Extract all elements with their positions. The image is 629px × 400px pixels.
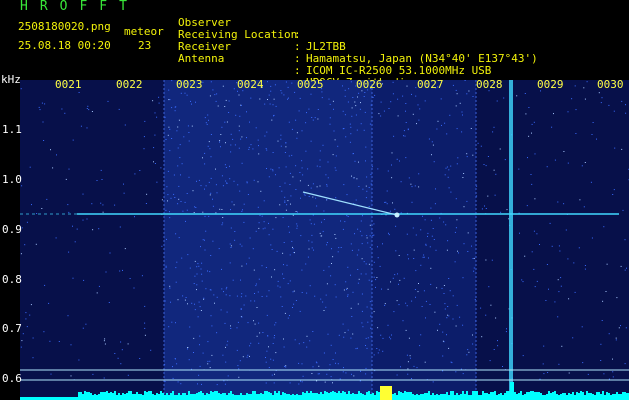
time-label: 0028	[476, 78, 503, 91]
time-label: 0029	[537, 78, 564, 91]
freq-label: 0.6	[2, 372, 22, 385]
date-time: 25.08.18 00:20	[18, 39, 111, 52]
time-label: 0021	[55, 78, 82, 91]
time-label: 0030	[597, 78, 624, 91]
time-label: 0022	[116, 78, 143, 91]
time-label: 0025	[297, 78, 324, 91]
meteor-label: meteor	[124, 25, 164, 38]
info-key: Antenna	[178, 52, 225, 65]
freq-label: 0.9	[2, 223, 22, 236]
meteor-echo-head	[394, 212, 400, 218]
time-label: 0027	[417, 78, 444, 91]
spectrogram-plot[interactable]	[20, 80, 629, 400]
time-label: 0023	[176, 78, 203, 91]
info-colon: :	[294, 64, 301, 77]
noise-band	[164, 80, 372, 400]
freq-label: 1.0	[2, 173, 22, 186]
time-label: 0026	[356, 78, 383, 91]
noise-band	[372, 80, 476, 400]
app-title: HROFFT	[20, 0, 139, 14]
freq-label: 1.1	[2, 123, 22, 136]
freq-unit-label: kHz	[1, 73, 21, 86]
interference-line	[509, 80, 513, 400]
file-name: 2508180020.png	[18, 20, 111, 33]
hrofft-window: HROFFT 2508180020.png 25.08.18 00:20 met…	[0, 0, 629, 400]
freq-label: 0.7	[2, 322, 22, 335]
spectrogram-canvas	[20, 80, 629, 400]
freq-label: 0.8	[2, 273, 22, 286]
meteor-count: 23	[138, 39, 152, 52]
time-label: 0024	[237, 78, 264, 91]
